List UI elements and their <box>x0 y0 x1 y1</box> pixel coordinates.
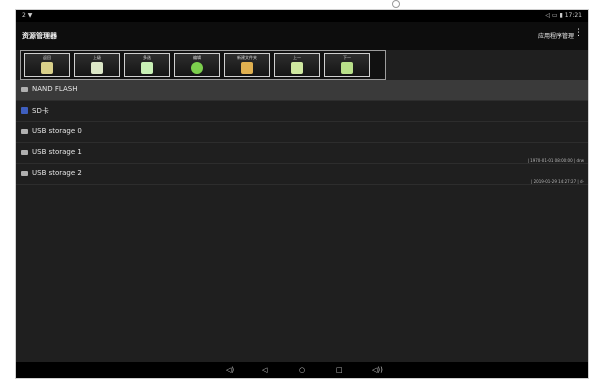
tool-label: 上级 <box>93 55 101 60</box>
list-item[interactable]: USB storage 2 | 2019-01-29 14:27:27 | d- <box>16 164 588 185</box>
prev-icon <box>291 62 303 74</box>
navigation-bar: ◁) ◁ ○ □ ◁)) <box>16 362 588 378</box>
usb-drive-icon <box>21 150 28 155</box>
window-handle-icon <box>392 0 400 8</box>
device-screen: 2 ▼ ◁ ▭ ▮ 17:21 资源管理器 应用程序管理 ⋮ 返回 上级 多选 … <box>15 9 589 379</box>
app-manager-link[interactable]: 应用程序管理 <box>538 31 574 40</box>
tool-label: 新建文件夹 <box>237 55 257 60</box>
edit-icon <box>191 62 203 74</box>
toolbar-new-folder-button[interactable]: 新建文件夹 <box>224 53 270 77</box>
list-item[interactable]: USB storage 1 | 1970-01-01 08:00:00 | dr… <box>16 143 588 164</box>
item-meta: | 2019-01-29 14:27:27 | d- <box>531 179 584 184</box>
app-bar: 资源管理器 应用程序管理 ⋮ <box>16 22 588 50</box>
toolbar-up-button[interactable]: 上级 <box>74 53 120 77</box>
list-item[interactable]: USB storage 0 <box>16 122 588 143</box>
item-label: USB storage 1 <box>32 148 82 156</box>
usb-drive-icon <box>21 129 28 134</box>
app-title: 资源管理器 <box>22 32 57 40</box>
tool-label: 下一 <box>343 55 351 60</box>
toolbar-prev-button[interactable]: 上一 <box>274 53 320 77</box>
tool-label: 返回 <box>43 55 51 60</box>
overflow-menu-icon[interactable]: ⋮ <box>574 29 583 38</box>
item-label: NAND FLASH <box>32 85 78 93</box>
item-meta: | 1970-01-01 08:00:00 | drw <box>527 158 584 163</box>
new-folder-icon <box>241 62 253 74</box>
tool-label: 上一 <box>293 55 301 60</box>
back-icon[interactable]: ◁ <box>262 366 267 374</box>
volume-up-icon[interactable]: ◁)) <box>372 366 383 374</box>
home-folder-icon <box>41 62 53 74</box>
sd-card-icon <box>21 107 28 114</box>
toolbar-next-button[interactable]: 下一 <box>324 53 370 77</box>
home-icon[interactable]: ○ <box>299 366 305 374</box>
item-label: USB storage 2 <box>32 169 82 177</box>
toolbar-back-button[interactable]: 返回 <box>24 53 70 77</box>
recent-apps-icon[interactable]: □ <box>336 366 343 374</box>
toolbar-edit-button[interactable]: 编辑 <box>174 53 220 77</box>
multi-select-icon <box>141 62 153 74</box>
storage-list: NAND FLASH SD卡 USB storage 0 USB storage… <box>16 80 588 185</box>
up-folder-icon <box>91 62 103 74</box>
list-item[interactable]: SD卡 <box>16 101 588 122</box>
status-right: ◁ ▭ ▮ 17:21 <box>545 12 582 19</box>
volume-down-icon[interactable]: ◁) <box>226 366 234 374</box>
drive-icon <box>21 87 28 92</box>
status-left: 2 ▼ <box>22 12 33 19</box>
tool-label: 多选 <box>143 55 151 60</box>
status-bar: 2 ▼ ◁ ▭ ▮ 17:21 <box>16 10 588 22</box>
toolbar: 返回 上级 多选 编辑 新建文件夹 上一 下一 <box>20 50 386 80</box>
toolbar-multiselect-button[interactable]: 多选 <box>124 53 170 77</box>
item-label: SD卡 <box>32 107 49 115</box>
list-item[interactable]: NAND FLASH <box>16 80 588 101</box>
usb-drive-icon <box>21 171 28 176</box>
item-label: USB storage 0 <box>32 127 82 135</box>
tool-label: 编辑 <box>193 55 201 60</box>
next-icon <box>341 62 353 74</box>
